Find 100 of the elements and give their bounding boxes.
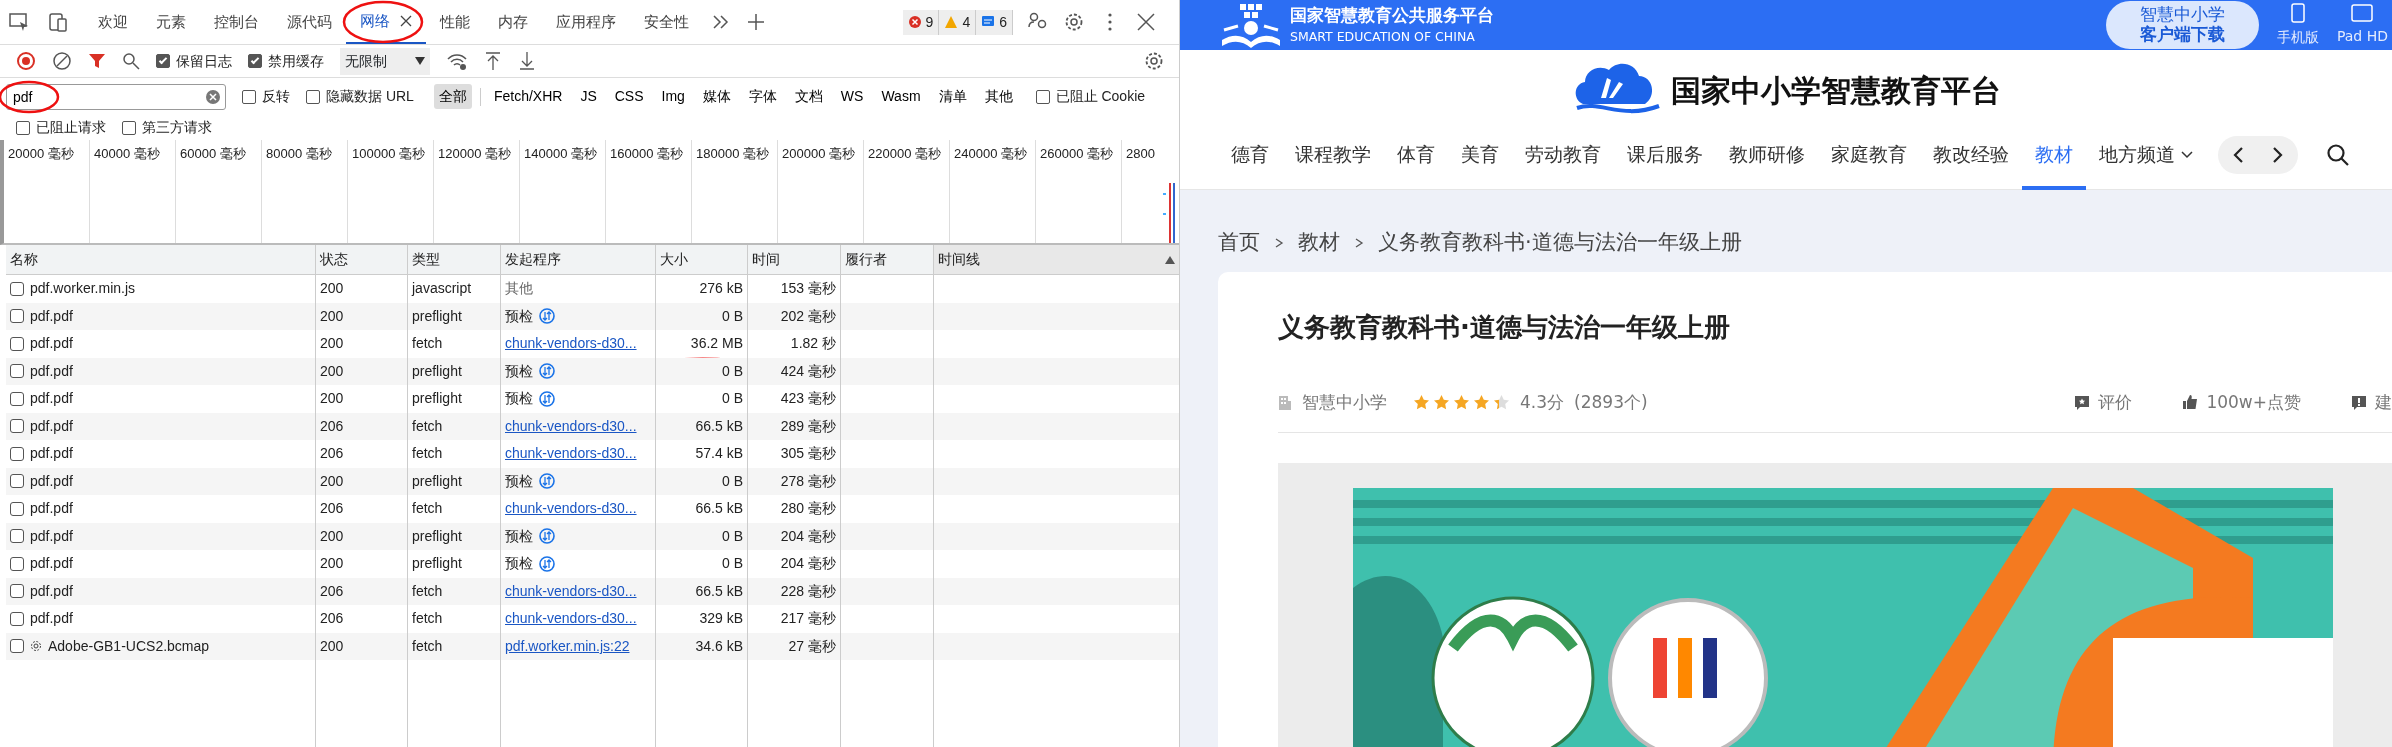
nav-link[interactable]: 教师研修 (1716, 119, 1818, 190)
search-icon[interactable] (122, 52, 140, 70)
network-conditions-icon[interactable] (446, 51, 468, 71)
tab[interactable]: 安全性 (630, 0, 703, 44)
checkbox[interactable] (10, 611, 24, 626)
checkbox[interactable]: 隐藏数据 URL (306, 86, 414, 107)
request-name[interactable]: pdf.pdf (30, 470, 73, 492)
chevron-right-icon[interactable] (2272, 145, 2284, 164)
request-name[interactable]: pdf.worker.min.js (30, 278, 136, 300)
tab[interactable]: 源代码 (273, 0, 346, 44)
close-icon[interactable] (400, 15, 412, 27)
request-name[interactable]: Adobe-GB1-UCS2.bcmap (48, 635, 210, 657)
initiator-link[interactable]: chunk-vendors-d30... (505, 443, 637, 465)
checkbox[interactable] (10, 391, 24, 406)
filter-icon[interactable] (88, 52, 106, 70)
device-toolbar-icon[interactable] (48, 11, 70, 33)
type-filter[interactable]: 全部 (433, 84, 472, 109)
request-name[interactable]: pdf.pdf (30, 608, 73, 630)
table-row[interactable]: pdf.pdf 200 preflight 预检 0 B 278 毫秒 (6, 467, 1179, 495)
initiator-link[interactable]: chunk-vendors-d30... (505, 333, 637, 355)
settings-icon[interactable] (1143, 50, 1165, 72)
device-link[interactable]: 手机版 (2276, 2, 2319, 48)
checkbox[interactable]: 已阻止请求 (16, 117, 106, 138)
clear-icon[interactable] (206, 89, 220, 104)
type-filter[interactable]: WS (835, 84, 869, 109)
chevron-left-icon[interactable] (2232, 145, 2244, 164)
checkbox[interactable]: 反转 (242, 86, 290, 107)
upload-icon[interactable] (484, 51, 502, 71)
request-name[interactable]: pdf.pdf (30, 333, 73, 355)
device-link[interactable]: Pad HD (2336, 3, 2388, 47)
action-button[interactable]: 100w+点赞 (2182, 389, 2301, 416)
nav-link[interactable]: 体育 (1384, 119, 1448, 190)
clear-icon[interactable] (52, 51, 72, 71)
column-header[interactable]: 状态 (316, 245, 408, 274)
type-filter[interactable]: Img (656, 84, 690, 109)
counter[interactable]: 6 (976, 9, 1013, 35)
swap-icon[interactable] (539, 528, 555, 545)
add-icon[interactable] (747, 13, 765, 31)
checkbox[interactable] (10, 474, 24, 489)
checkbox[interactable] (10, 556, 24, 571)
swap-icon[interactable] (539, 473, 555, 490)
type-filter[interactable]: 清单 (933, 84, 972, 109)
nav-link[interactable]: 教改经验 (1920, 119, 2022, 190)
breadcrumb-link[interactable]: 教材 (1298, 227, 1340, 259)
nav-link[interactable]: 地方频道 (2086, 119, 2206, 190)
counter[interactable]: 9 (902, 9, 940, 35)
action-button[interactable]: 建 (2351, 389, 2392, 416)
checkbox[interactable]: 禁用缓存 (248, 50, 324, 72)
nav-link[interactable]: 课后服务 (1614, 119, 1716, 190)
initiator-link[interactable]: pdf.worker.min.js:22 (505, 635, 630, 657)
counter[interactable]: 4 (939, 9, 977, 35)
throttling-dropdown[interactable]: 无限制 (340, 47, 430, 75)
checkbox[interactable] (10, 336, 24, 351)
inspect-icon[interactable] (8, 11, 30, 33)
column-header[interactable]: 大小 (656, 245, 748, 274)
swap-icon[interactable] (539, 308, 555, 325)
tab[interactable]: 元素 (142, 0, 200, 44)
request-name[interactable]: pdf.pdf (30, 388, 73, 410)
checkbox[interactable]: 保留日志 (156, 50, 232, 72)
request-name[interactable]: pdf.pdf (30, 498, 73, 520)
table-row[interactable]: Adobe-GB1-UCS2.bcmap 200 fetch pdf.worker.min.js:22 34.6 kB 27 毫秒 (6, 632, 1179, 660)
column-header[interactable]: 类型 (408, 245, 501, 274)
request-name[interactable]: pdf.pdf (30, 360, 73, 382)
type-filter[interactable]: 媒体 (697, 84, 736, 109)
checkbox[interactable]: 第三方请求 (122, 117, 212, 138)
column-header[interactable]: 名称 (6, 245, 316, 274)
checkbox[interactable] (10, 446, 24, 461)
swap-icon[interactable] (539, 363, 555, 380)
type-filter[interactable]: CSS (609, 84, 649, 109)
filter-field[interactable]: pdf (6, 83, 226, 110)
type-filter[interactable]: Wasm (876, 84, 926, 109)
request-name[interactable]: pdf.pdf (30, 580, 73, 602)
checkbox[interactable] (10, 309, 24, 324)
settings-icon[interactable] (1063, 11, 1085, 33)
type-filter[interactable]: 字体 (743, 84, 782, 109)
breadcrumb-link[interactable]: 首页 (1218, 227, 1260, 259)
checkbox[interactable] (10, 584, 24, 599)
checkbox[interactable] (10, 364, 24, 379)
tab[interactable]: 欢迎 (84, 0, 142, 44)
request-name[interactable]: pdf.pdf (30, 525, 73, 547)
nav-link[interactable]: 教材 (2022, 119, 2086, 190)
type-filter[interactable]: Fetch/XHR (488, 84, 568, 109)
initiator-link[interactable]: chunk-vendors-d30... (505, 608, 637, 630)
tab[interactable]: 控制台 (200, 0, 273, 44)
nav-link[interactable]: 家庭教育 (1818, 119, 1920, 190)
column-header[interactable]: 时间 (748, 245, 841, 274)
initiator-link[interactable]: chunk-vendors-d30... (505, 415, 637, 437)
checkbox[interactable] (10, 529, 24, 544)
tab[interactable]: 内存 (484, 0, 542, 44)
download-icon[interactable] (518, 51, 536, 71)
nav-link[interactable]: 德育 (1218, 119, 1282, 190)
action-button[interactable]: 评价 (2074, 389, 2133, 416)
type-filter[interactable]: JS (575, 84, 602, 109)
table-row[interactable]: pdf.pdf 200 preflight 预检 0 B 204 毫秒 (6, 522, 1179, 550)
checkbox[interactable] (10, 281, 24, 296)
type-filter[interactable]: 其他 (979, 84, 1018, 109)
tab[interactable]: 应用程序 (542, 0, 630, 44)
swap-icon[interactable] (539, 390, 555, 407)
column-header[interactable]: 时间线 (934, 245, 1179, 274)
type-filter[interactable]: 文档 (789, 84, 828, 109)
